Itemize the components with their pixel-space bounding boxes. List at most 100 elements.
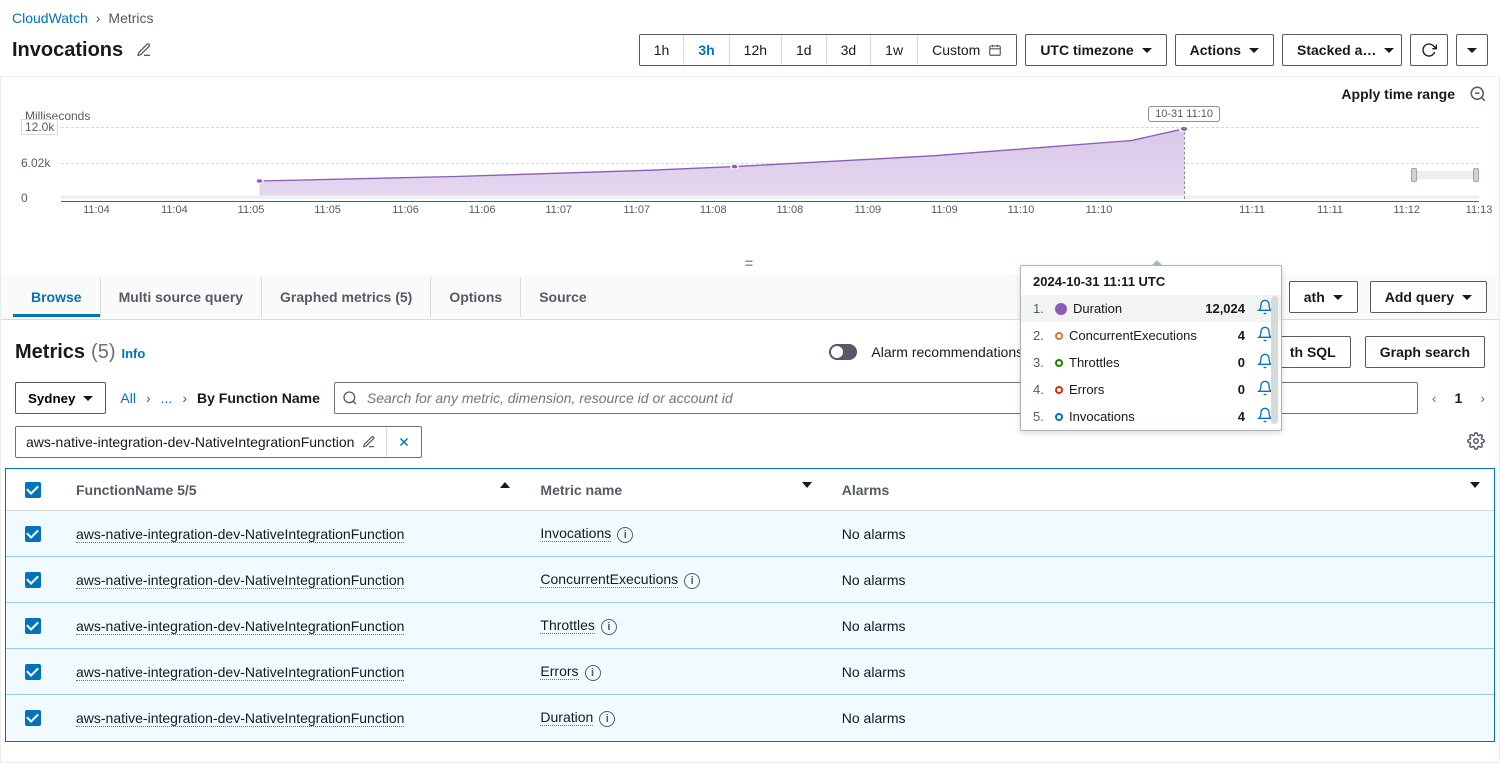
time-range-3h[interactable]: 3h: [683, 35, 728, 65]
alarm-rec-toggle[interactable]: [829, 344, 857, 360]
add-math-button[interactable]: ath: [1289, 281, 1358, 313]
tooltip-title: 2024-10-31 11:11 UTC: [1021, 266, 1281, 295]
alarm-text: No alarms: [842, 710, 906, 726]
function-name-link[interactable]: aws-native-integration-dev-NativeIntegra…: [76, 618, 404, 635]
chart-x-axis: 11:04 11:04 11:05 11:05 11:06 11:06 11:0…: [61, 201, 1479, 217]
row-checkbox[interactable]: [25, 572, 41, 588]
table-row[interactable]: aws-native-integration-dev-NativeIntegra…: [6, 649, 1494, 695]
select-all-checkbox[interactable]: [25, 482, 41, 498]
sort-desc-icon[interactable]: [802, 482, 812, 488]
function-name-link[interactable]: aws-native-integration-dev-NativeIntegra…: [76, 664, 404, 681]
edit-title-button[interactable]: [133, 39, 155, 61]
table-row[interactable]: aws-native-integration-dev-NativeIntegra…: [6, 603, 1494, 649]
time-range-1w[interactable]: 1w: [870, 35, 917, 65]
tab-graphed-metrics[interactable]: Graphed metrics (5): [261, 277, 430, 317]
zoom-slider[interactable]: [1411, 171, 1479, 179]
tooltip-pointer: [1151, 260, 1163, 266]
zoom-out-icon[interactable]: [1469, 85, 1487, 103]
prev-page-button[interactable]: ‹: [1432, 390, 1437, 406]
pencil-icon[interactable]: [362, 435, 376, 449]
info-icon[interactable]: i: [585, 665, 601, 681]
time-range-group: 1h 3h 12h 1d 3d 1w Custom: [639, 34, 1018, 66]
time-range-1h[interactable]: 1h: [640, 35, 684, 65]
tabs: Browse Multi source query Graphed metric…: [13, 277, 605, 317]
xtick: 11:05: [238, 204, 265, 216]
add-query-button[interactable]: Add query: [1370, 281, 1487, 313]
chart-plot[interactable]: 12.0k 6.02k 0 10-31 11:10: [21, 127, 1479, 217]
crumb-dots[interactable]: ...: [161, 390, 173, 406]
query-sql-button[interactable]: th SQL: [1275, 336, 1351, 368]
chart-tooltip: 2024-10-31 11:11 UTC 1. Duration 12,024 …: [1020, 265, 1282, 431]
timezone-label: UTC timezone: [1040, 42, 1133, 58]
tooltip-scrollbar[interactable]: [1271, 296, 1278, 424]
alarm-text: No alarms: [842, 664, 906, 680]
function-name-link[interactable]: aws-native-integration-dev-NativeIntegra…: [76, 572, 404, 589]
xtick: 11:05: [314, 204, 341, 216]
row-checkbox[interactable]: [25, 618, 41, 634]
metric-name-link[interactable]: Throttles: [540, 617, 594, 634]
table-row[interactable]: aws-native-integration-dev-NativeIntegra…: [6, 695, 1494, 741]
xtick: 11:10: [1086, 204, 1113, 216]
alarm-text: No alarms: [842, 618, 906, 634]
xtick: 11:12: [1393, 204, 1420, 216]
chart-type-select[interactable]: Stacked a…: [1282, 34, 1402, 66]
tooltip-value: 4: [1238, 328, 1245, 343]
caret-down-icon: [83, 396, 93, 401]
settings-button[interactable]: [1467, 432, 1485, 453]
crumb-all[interactable]: All: [120, 390, 136, 406]
metric-name-link[interactable]: ConcurrentExecutions: [540, 571, 678, 588]
chip-remove-button[interactable]: [387, 427, 421, 457]
caret-down-icon: [1384, 48, 1394, 53]
info-link[interactable]: Info: [121, 346, 145, 361]
tooltip-idx: 3.: [1033, 355, 1049, 370]
info-icon[interactable]: i: [617, 527, 633, 543]
col-metricname[interactable]: Metric name: [540, 482, 622, 498]
col-alarms[interactable]: Alarms: [842, 482, 889, 498]
refresh-menu-button[interactable]: [1456, 34, 1488, 66]
metric-name-link[interactable]: Duration: [540, 709, 593, 726]
row-checkbox[interactable]: [25, 526, 41, 542]
tab-options[interactable]: Options: [430, 277, 520, 317]
tab-browse[interactable]: Browse: [13, 277, 100, 317]
actions-button[interactable]: Actions: [1175, 34, 1274, 66]
caret-down-icon: [1142, 48, 1152, 53]
caret-down-icon: [1467, 48, 1477, 53]
time-range-custom[interactable]: Custom: [917, 35, 1016, 65]
region-select[interactable]: Sydney: [15, 382, 106, 414]
breadcrumb-root[interactable]: CloudWatch: [12, 10, 88, 26]
info-icon[interactable]: i: [684, 573, 700, 589]
info-icon[interactable]: i: [601, 619, 617, 635]
tab-multi-source[interactable]: Multi source query: [100, 277, 261, 317]
row-checkbox[interactable]: [25, 664, 41, 680]
zoom-handle-left[interactable]: [1411, 168, 1417, 182]
chevron-right-icon: ›: [96, 10, 101, 26]
tooltip-value: 0: [1238, 355, 1245, 370]
zoom-handle-right[interactable]: [1473, 168, 1479, 182]
function-name-link[interactable]: aws-native-integration-dev-NativeIntegra…: [76, 710, 404, 727]
metric-name-link[interactable]: Invocations: [540, 525, 611, 542]
time-range-3d[interactable]: 3d: [826, 35, 871, 65]
search-icon: [342, 390, 358, 406]
series-color-dot: [1055, 359, 1063, 367]
info-icon[interactable]: i: [599, 711, 615, 727]
tab-source[interactable]: Source: [520, 277, 604, 317]
sort-desc-icon[interactable]: [1470, 482, 1480, 488]
row-checkbox[interactable]: [25, 710, 41, 726]
timezone-select[interactable]: UTC timezone: [1025, 34, 1166, 66]
series-color-dot: [1055, 303, 1067, 315]
table-row[interactable]: aws-native-integration-dev-NativeIntegra…: [6, 557, 1494, 603]
xtick: 11:09: [931, 204, 958, 216]
sort-asc-icon[interactable]: [500, 482, 510, 488]
time-range-1d[interactable]: 1d: [781, 35, 826, 65]
chevron-right-icon: ›: [146, 390, 151, 406]
metric-name-link[interactable]: Errors: [540, 663, 578, 680]
graph-search-button[interactable]: Graph search: [1365, 336, 1485, 368]
apply-time-range-button[interactable]: Apply time range: [1341, 86, 1455, 102]
table-row[interactable]: aws-native-integration-dev-NativeIntegra…: [6, 511, 1494, 557]
next-page-button[interactable]: ›: [1480, 390, 1485, 406]
function-name-link[interactable]: aws-native-integration-dev-NativeIntegra…: [76, 526, 404, 543]
time-range-12h[interactable]: 12h: [729, 35, 781, 65]
col-functionname[interactable]: FunctionName 5/5: [76, 482, 197, 498]
refresh-button[interactable]: [1410, 34, 1448, 66]
chart-y-label: Milliseconds: [25, 109, 1479, 123]
